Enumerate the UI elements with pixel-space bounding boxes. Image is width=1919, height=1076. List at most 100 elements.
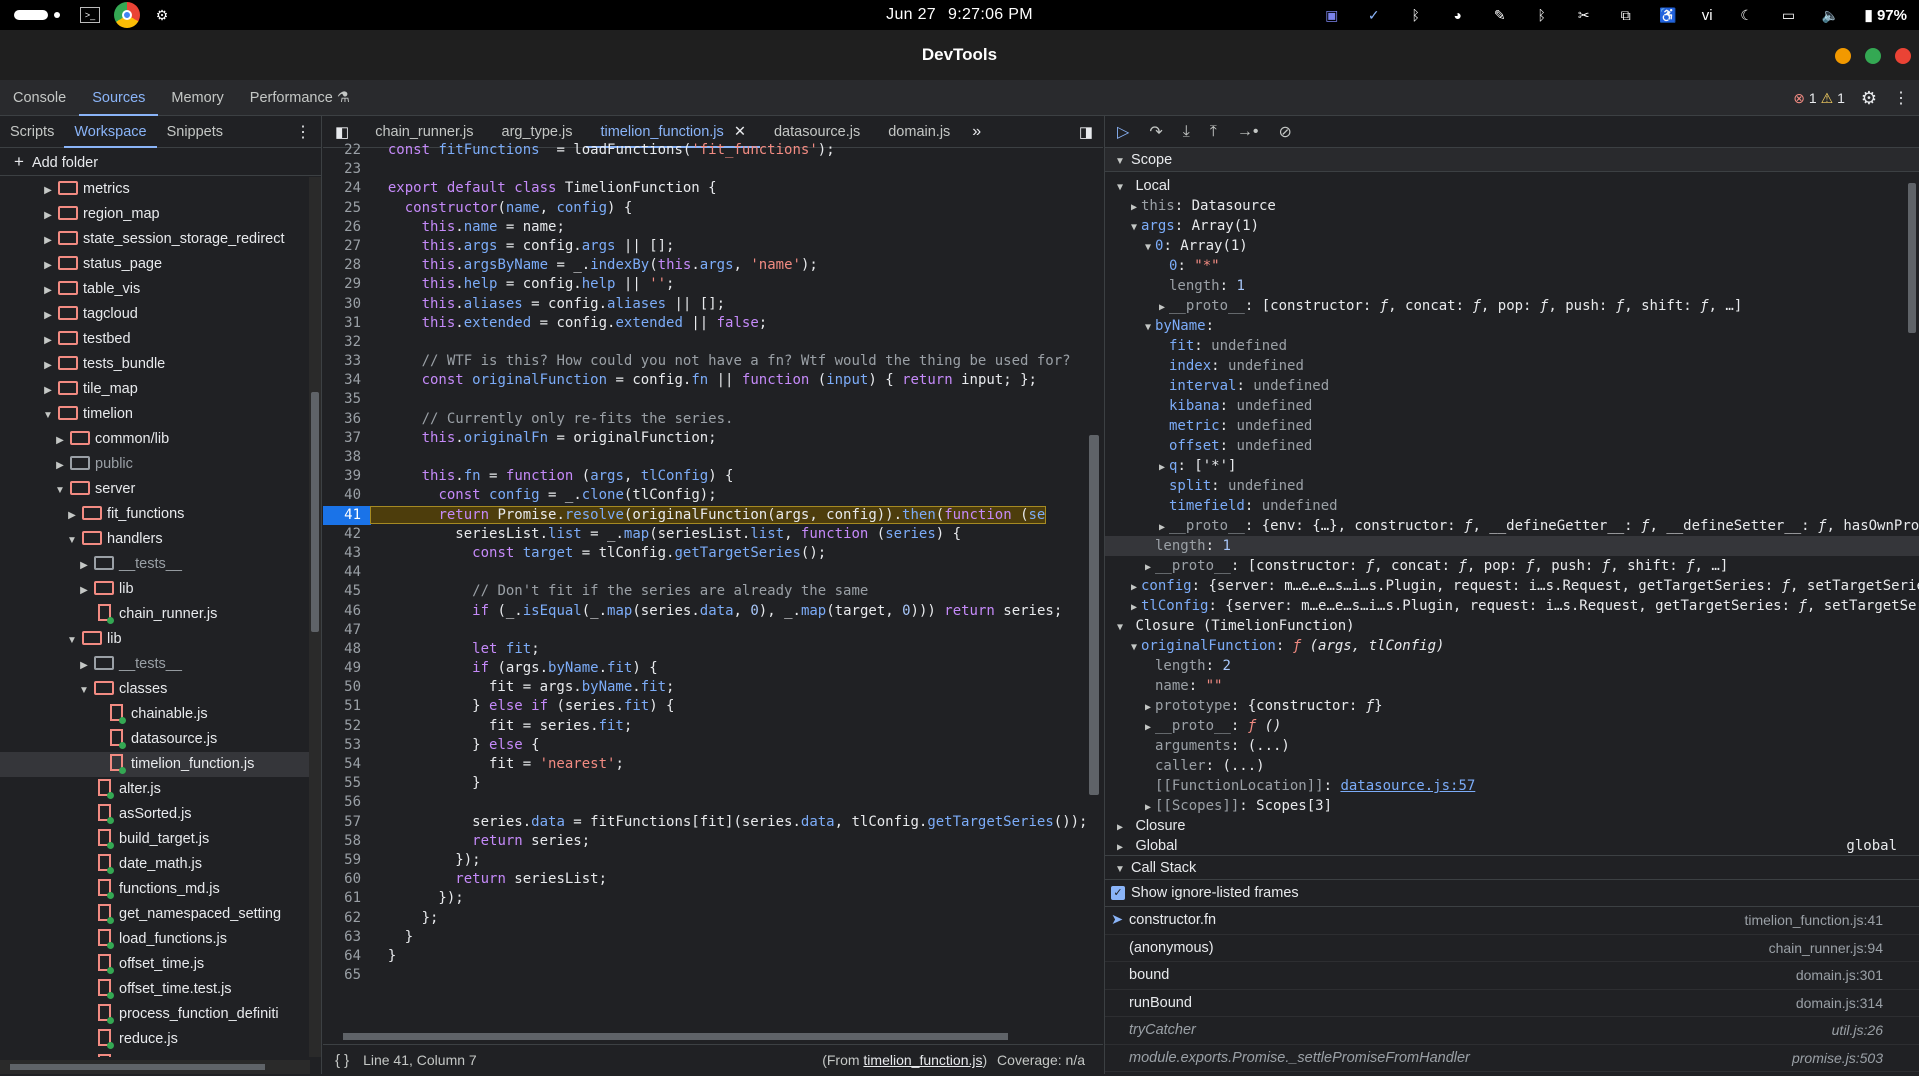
scope-var[interactable]: ▶ __proto__: ƒ () <box>1105 716 1919 736</box>
collapsed-arrow-icon[interactable]: ▶ <box>42 353 54 378</box>
debugger-scrollbar[interactable] <box>1905 148 1919 1074</box>
scope-global[interactable]: ▶ Global global <box>1105 836 1919 856</box>
tree-file[interactable]: process_function_definiti <box>0 1002 310 1027</box>
more-tabs-icon[interactable]: » <box>964 123 989 141</box>
frame-location[interactable]: chain_runner.js:94 <box>1769 935 1883 963</box>
close-tab-icon[interactable]: ✕ <box>734 124 746 140</box>
editor-scrollbar[interactable] <box>1085 148 1103 1043</box>
step-out-icon[interactable]: ⤒ <box>1210 123 1217 141</box>
collapsed-arrow-icon[interactable]: ▶ <box>42 278 54 303</box>
source-file-link[interactable]: timelion_function.js <box>863 1052 982 1068</box>
callstack-frame[interactable]: runBound domain.js:314 <box>1105 990 1919 1017</box>
tree-folder[interactable]: ▶ metrics <box>0 177 310 202</box>
collapsed-arrow-icon[interactable]: ▶ <box>78 578 90 603</box>
add-folder-button[interactable]: + Add folder <box>0 148 321 176</box>
tree-file[interactable]: timelion_function.js <box>0 752 310 777</box>
tree-file[interactable]: reduce.js <box>0 1027 310 1052</box>
tree-folder[interactable]: ▶ status_page <box>0 252 310 277</box>
show-ignored-frames-row[interactable]: ✓ Show ignore-listed frames <box>1105 880 1919 907</box>
tree-folder[interactable]: ▼ handlers <box>0 527 310 552</box>
collapsed-arrow-icon[interactable]: ▶ <box>42 253 54 278</box>
close-button[interactable] <box>1895 48 1911 64</box>
collapsed-arrow-icon[interactable]: ▶ <box>54 428 66 453</box>
tree-file[interactable]: date_math.js <box>0 852 310 877</box>
frame-location[interactable]: timelion_function.js:41 <box>1744 907 1883 935</box>
minimize-button[interactable] <box>1835 48 1851 64</box>
debugger-scroll-thumb[interactable] <box>1908 183 1916 333</box>
format-icon[interactable]: { } <box>323 1052 359 1069</box>
tab-memory[interactable]: Memory <box>158 80 236 116</box>
collapsed-arrow-icon[interactable]: ▶ <box>42 178 54 203</box>
tree-folder[interactable]: ▶ common/lib <box>0 427 310 452</box>
tab-console[interactable]: Console <box>0 80 79 116</box>
tree-file[interactable]: datasource.js <box>0 727 310 752</box>
night-light-icon[interactable]: ☾ <box>1739 7 1755 23</box>
step-icon[interactable]: →• <box>1237 123 1259 141</box>
bluetooth-icon-2[interactable]: ᛒ <box>1534 7 1550 23</box>
tree-file[interactable]: get_namespaced_setting <box>0 902 310 927</box>
step-over-icon[interactable]: ↷ <box>1149 122 1162 142</box>
tree-file[interactable]: alter.js <box>0 777 310 802</box>
scope-local[interactable]: ▼ Local <box>1105 176 1919 196</box>
discord-icon[interactable]: ◕ <box>1450 7 1466 23</box>
tree-folder[interactable]: ▼ classes <box>0 677 310 702</box>
tree-file[interactable]: load_functions.js <box>0 927 310 952</box>
tree-folder[interactable]: ▶ lib <box>0 577 310 602</box>
scope-var[interactable]: ▶ __proto__: [constructor: ƒ, concat: ƒ, … <box>1105 296 1919 316</box>
tree-folder[interactable]: ▼ timelion <box>0 402 310 427</box>
code-area[interactable]: 22 const fitFunctions = loadFunctions('f… <box>323 141 1085 1016</box>
scope-var[interactable]: ▼ args: Array(1) <box>1105 216 1919 236</box>
frame-location[interactable]: promise.js:503 <box>1792 1045 1883 1073</box>
tab-sources[interactable]: Sources <box>79 80 159 116</box>
tree-file[interactable]: chainable.js <box>0 702 310 727</box>
scope-var[interactable]: ▶ config: {server: m…e…e…s…i…s.Plugin, re… <box>1105 576 1919 596</box>
teams-icon[interactable]: ▣ <box>1324 7 1340 23</box>
scope-var[interactable]: ▶ __proto__: [constructor: ƒ, concat: ƒ, … <box>1105 556 1919 576</box>
navigator-scroll-thumb[interactable] <box>311 392 319 632</box>
collapsed-arrow-icon[interactable]: ▶ <box>54 453 66 478</box>
tree-file[interactable]: offset_time.test.js <box>0 977 310 1002</box>
tree-folder[interactable]: ▶ public <box>0 452 310 477</box>
scope-var[interactable]: ▶ __proto__: {env: {…}, constructor: ƒ, _… <box>1105 516 1919 536</box>
callstack-section-header[interactable]: ▼ Call Stack <box>1105 856 1919 880</box>
code-line-paused[interactable]: 41 return Promise.resolve(originalFuncti… <box>323 505 1085 525</box>
check-circle-icon[interactable]: ✓ <box>1366 7 1382 23</box>
scope-closure-named[interactable]: ▼ Closure (TimelionFunction) <box>1105 616 1919 636</box>
tree-file[interactable]: functions_md.js <box>0 877 310 902</box>
scope-var[interactable]: ▼ originalFunction: ƒ (args, tlConfig) <box>1105 636 1919 656</box>
toggle-debugger-icon[interactable]: ◨ <box>1069 123 1103 141</box>
tree-folder[interactable]: ▶ tile_map <box>0 377 310 402</box>
tree-folder[interactable]: ▶ region_map <box>0 202 310 227</box>
more-vertical-icon[interactable]: ⋮ <box>1893 88 1909 108</box>
frame-location[interactable]: domain.js:301 <box>1796 962 1883 990</box>
navigator-hscroll-thumb[interactable] <box>10 1064 265 1070</box>
gear-icon[interactable]: ⚙ <box>1861 88 1877 109</box>
expanded-arrow-icon[interactable]: ▼ <box>42 403 54 428</box>
callstack-frame[interactable]: (anonymous) chain_runner.js:94 <box>1105 935 1919 963</box>
tree-folder[interactable]: ▼ lib <box>0 627 310 652</box>
scope-closure[interactable]: ▶ Closure <box>1105 816 1919 836</box>
checkbox-checked-icon[interactable]: ✓ <box>1111 886 1125 901</box>
tree-file[interactable]: chain_runner.js <box>0 602 310 627</box>
screen-icon[interactable]: ▭ <box>1781 7 1797 23</box>
frame-location[interactable]: util.js:26 <box>1832 1017 1883 1045</box>
editor-scroll-thumb[interactable] <box>1089 435 1099 795</box>
collapsed-arrow-icon[interactable]: ▶ <box>78 653 90 678</box>
collapsed-arrow-icon[interactable]: ▶ <box>42 328 54 353</box>
volume-icon[interactable]: 🔈 <box>1822 7 1839 23</box>
maximize-button[interactable] <box>1865 48 1881 64</box>
scope-var[interactable]: ▶ this: Datasource <box>1105 196 1919 216</box>
collapsed-arrow-icon[interactable]: ▶ <box>42 228 54 253</box>
scope-var[interactable]: ▶ [[Scopes]]: Scopes[3] <box>1105 796 1919 816</box>
collapsed-arrow-icon[interactable]: ▶ <box>42 203 54 228</box>
issues-counter[interactable]: ⊗ 1 ⚠ 1 <box>1793 90 1845 107</box>
accessibility-icon[interactable]: ♿ <box>1659 7 1676 23</box>
navigator-hscrollbar[interactable] <box>0 1060 310 1074</box>
scope-section-header[interactable]: ▼ Scope <box>1105 148 1919 172</box>
tools-icon[interactable]: ✂ <box>1576 7 1592 23</box>
tree-file[interactable]: split_interval.js <box>0 1052 310 1057</box>
tab-scripts[interactable]: Scripts <box>0 116 64 148</box>
resume-icon[interactable]: ▷ <box>1117 122 1129 142</box>
expanded-arrow-icon[interactable]: ▼ <box>66 528 78 553</box>
collapsed-arrow-icon[interactable]: ▶ <box>78 553 90 578</box>
